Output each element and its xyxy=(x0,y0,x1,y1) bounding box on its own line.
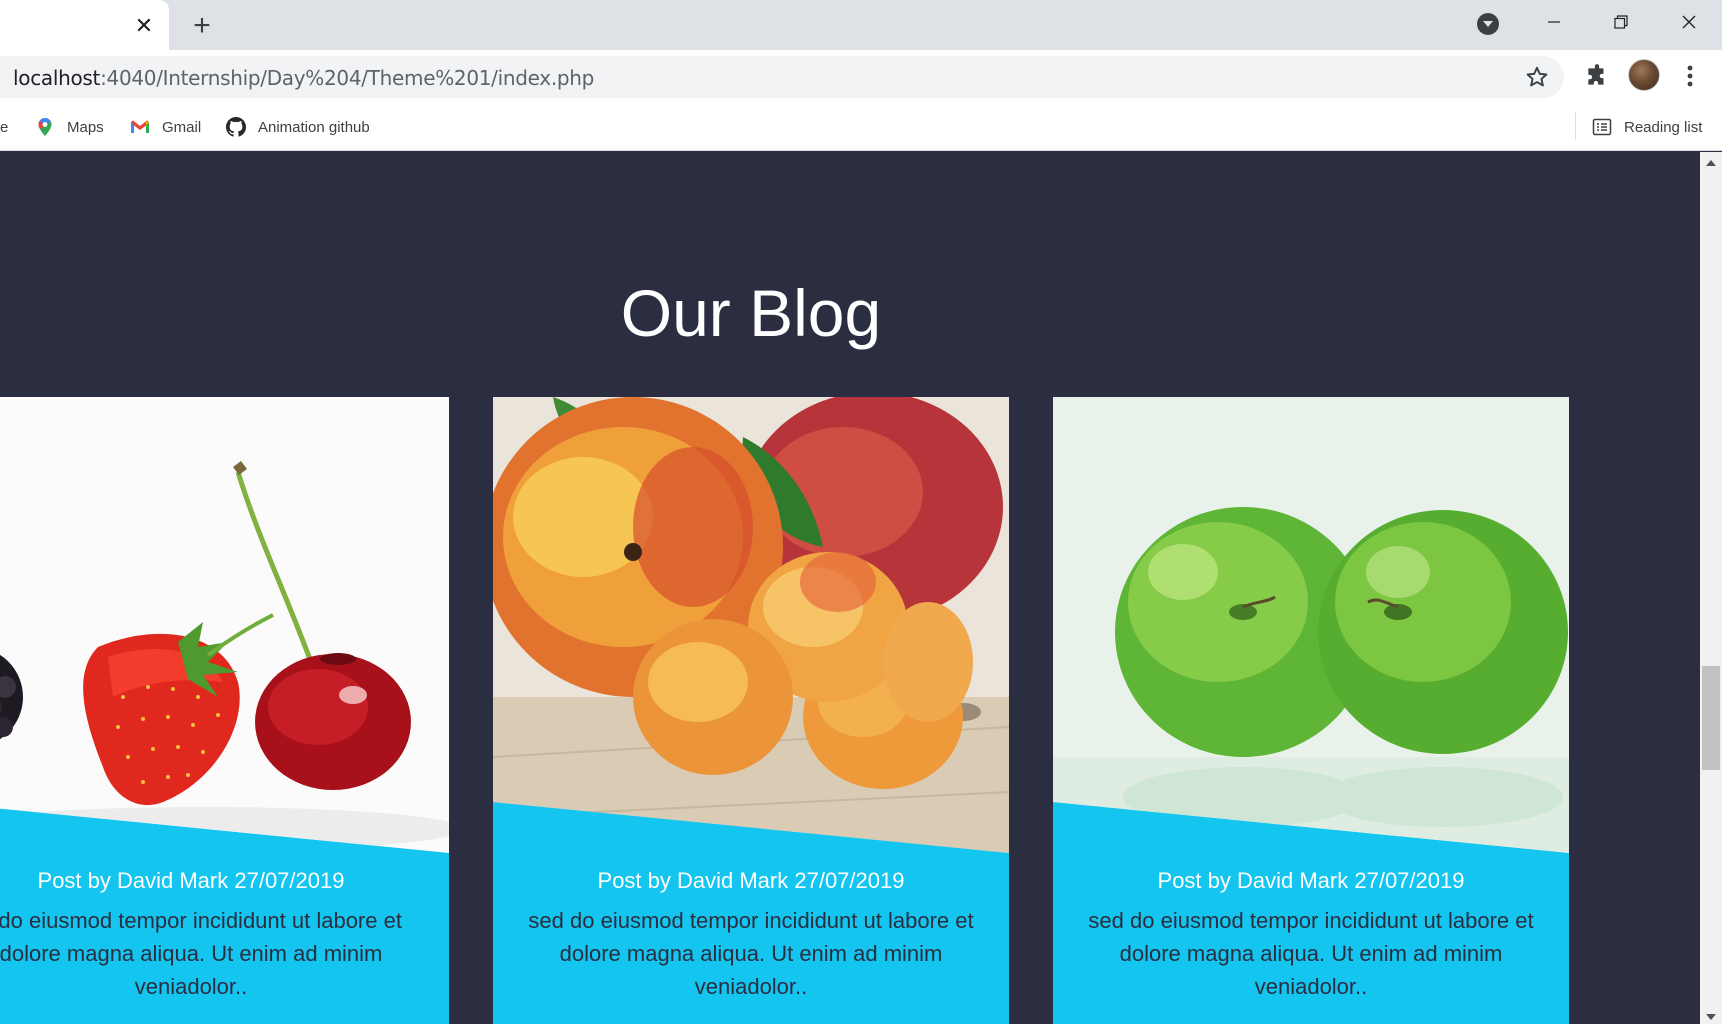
bookmark-gmail[interactable]: Gmail xyxy=(130,114,201,140)
url-path: :4040/Internship/Day%204/Theme%201/index… xyxy=(100,66,595,90)
bookmark-label: Reading list xyxy=(1624,118,1703,136)
minimize-icon xyxy=(1548,21,1560,23)
star-icon[interactable] xyxy=(1524,64,1550,90)
close-tab-icon[interactable]: ✕ xyxy=(132,14,156,38)
close-window-button[interactable] xyxy=(1656,0,1722,44)
blog-card[interactable]: Post by David Mark 27/07/2019 d do eiusm… xyxy=(0,397,449,1024)
bookmark-animation-github[interactable]: Animation github xyxy=(226,114,370,140)
page-scrollbar[interactable] xyxy=(1700,152,1722,1024)
reading-list-button[interactable]: Reading list xyxy=(1592,114,1702,140)
bookmark-label: Animation github xyxy=(258,118,370,136)
berries-image xyxy=(0,397,449,857)
bookmark-label: e xyxy=(0,118,9,136)
reading-list-icon xyxy=(1592,118,1612,136)
address-bar[interactable]: localhost:4040/Internship/Day%204/Theme%… xyxy=(0,56,1564,98)
close-icon xyxy=(1682,15,1696,29)
minimize-button[interactable] xyxy=(1521,0,1587,44)
kebab-menu-icon[interactable] xyxy=(1684,63,1696,89)
profile-avatar[interactable] xyxy=(1628,59,1660,91)
active-tab[interactable]: ✕ xyxy=(0,0,169,50)
github-icon xyxy=(226,117,246,137)
section-title: Our Blog xyxy=(620,276,882,350)
restore-button[interactable] xyxy=(1588,0,1654,44)
tab-search-icon[interactable] xyxy=(1477,13,1499,35)
url-host: localhost xyxy=(13,66,101,90)
post-meta: Post by David Mark 27/07/2019 xyxy=(597,868,905,893)
peaches-image xyxy=(493,397,1009,857)
gmail-icon xyxy=(131,120,149,133)
bookmark-label: Gmail xyxy=(162,118,202,136)
maps-pin-icon xyxy=(38,118,52,136)
scrollbar-thumb[interactable] xyxy=(1702,666,1720,770)
green-apples-image xyxy=(1053,397,1569,857)
blog-card[interactable]: Post by David Mark 27/07/2019 sed do eiu… xyxy=(1053,397,1569,1024)
scroll-down-icon[interactable] xyxy=(1706,1014,1716,1020)
post-meta: Post by David Mark 27/07/2019 xyxy=(1157,868,1465,893)
bookmarks-divider xyxy=(1575,112,1576,140)
blog-card[interactable]: Post by David Mark 27/07/2019 sed do eiu… xyxy=(493,397,1009,1024)
post-excerpt: sed do eiusmod tempor incididunt ut labo… xyxy=(1088,908,1534,999)
url-text[interactable]: localhost:4040/Internship/Day%204/Theme%… xyxy=(13,66,594,90)
restore-icon xyxy=(1614,15,1628,29)
puzzle-icon[interactable] xyxy=(1584,63,1610,89)
blog-section: Our Blog Post by David Mark 27/07/2019 d… xyxy=(0,152,1700,1024)
post-excerpt: d do eiusmod tempor incididunt ut labore… xyxy=(0,908,402,999)
browser-toolbar: localhost:4040/Internship/Day%204/Theme%… xyxy=(0,50,1722,104)
bookmark-maps[interactable]: Maps xyxy=(35,114,104,140)
tab-strip: ✕ + xyxy=(0,0,1722,50)
post-meta: Post by David Mark 27/07/2019 xyxy=(37,868,345,893)
scroll-up-icon[interactable] xyxy=(1706,160,1716,166)
post-excerpt: sed do eiusmod tempor incididunt ut labo… xyxy=(528,908,974,999)
bookmarks-bar: e Maps Gmail Animation github Reading li… xyxy=(0,104,1722,151)
bookmark-label: Maps xyxy=(67,118,104,136)
new-tab-button[interactable]: + xyxy=(188,11,216,41)
bookmark-truncated[interactable]: e xyxy=(0,114,8,140)
